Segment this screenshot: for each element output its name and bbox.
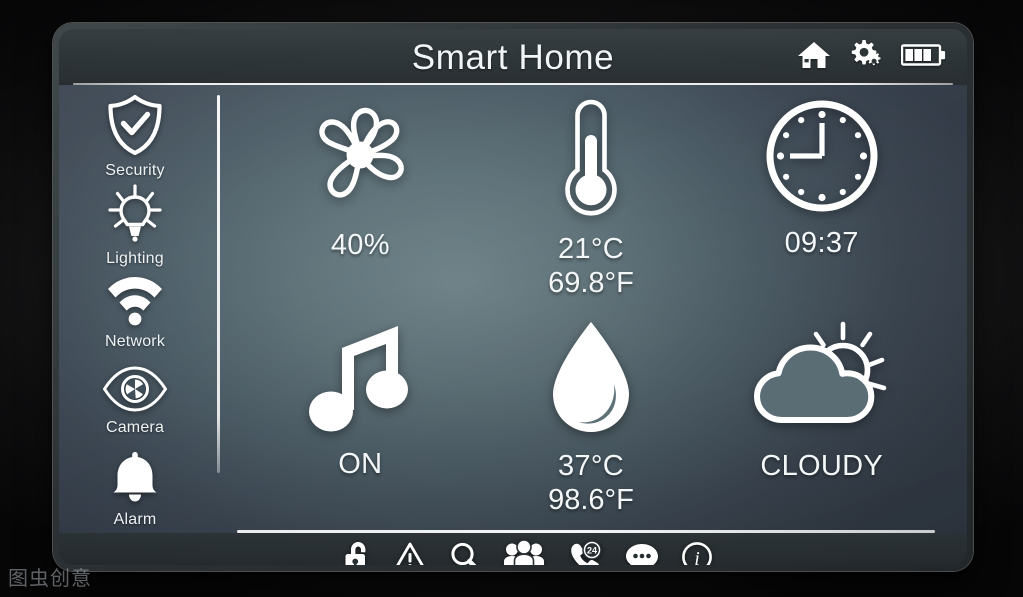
svg-text:i: i [694, 548, 700, 566]
water-temperature-tile[interactable]: 37°C 98.6°F [476, 310, 707, 517]
wifi-icon [104, 275, 166, 332]
tile-value: 37°C [557, 449, 624, 482]
phone-24h-icon[interactable]: 24 [567, 539, 603, 565]
header-icon-group [797, 39, 947, 76]
sidebar-item-label: Network [104, 333, 166, 351]
battery-icon[interactable] [900, 43, 947, 72]
settings-gears-icon[interactable] [849, 39, 883, 76]
tile-value: 09:37 [784, 227, 859, 259]
tile-value-secondary: 98.6°F [548, 483, 634, 516]
sidebar-item-label: Camera [105, 419, 165, 437]
tile-grid: 40% 21°C 69.8°F 09:37 ON 37°C 98.6°F CLO… [245, 89, 937, 530]
shield-check-icon [105, 94, 165, 161]
sidebar-item-label: Security [105, 162, 165, 180]
warning-triangle-icon[interactable] [393, 541, 427, 565]
fan-speed-tile[interactable]: 40% [245, 89, 476, 262]
sidebar-item-label: Alarm [113, 511, 157, 529]
sidebar-item-camera[interactable]: Camera [79, 357, 191, 445]
chat-bubble-icon[interactable] [625, 542, 659, 565]
tile-value-secondary: 69.8°F [548, 267, 634, 300]
tile-value: 40% [330, 229, 390, 261]
content-area: Security Lighting Network Camera Alarm 4… [59, 85, 967, 533]
temperature-tile[interactable]: 21°C 69.8°F [476, 89, 707, 300]
home-icon[interactable] [797, 40, 831, 75]
sidebar-item-security[interactable]: Security [79, 93, 191, 181]
screen: Smart Home Security Lighting Network Cam… [59, 29, 967, 565]
bottom-toolbar: 24 i [59, 533, 967, 565]
info-circle-icon[interactable]: i [681, 541, 713, 566]
header-bar: Smart Home [59, 29, 967, 85]
sun-cloud-icon [748, 318, 896, 441]
bell-icon [107, 449, 163, 510]
music-note-icon [308, 318, 412, 441]
fan-flower-icon [294, 97, 426, 222]
tile-value: CLOUDY [760, 449, 883, 482]
clock-tile[interactable]: 09:37 [706, 89, 937, 260]
main-bottom-divider [237, 530, 935, 533]
dashboard-main: 40% 21°C 69.8°F 09:37 ON 37°C 98.6°F CLO… [211, 85, 967, 533]
clock-icon [763, 97, 881, 220]
watermark: 图虫创意 [8, 566, 92, 590]
music-tile[interactable]: ON [245, 310, 476, 481]
padlock-icon[interactable] [343, 540, 371, 565]
water-drop-icon [545, 318, 637, 443]
svg-text:24: 24 [587, 545, 597, 555]
thermometer-icon [555, 97, 627, 226]
scene-background: Smart Home Security Lighting Network Cam… [0, 0, 1023, 597]
sidebar-divider [217, 95, 220, 473]
tile-value: 21°C [557, 233, 624, 265]
sidebar-item-label: Lighting [106, 250, 164, 268]
sidebar-item-alarm[interactable]: Alarm [79, 445, 191, 533]
magnifier-icon[interactable] [449, 541, 481, 565]
eye-camera-icon [102, 365, 168, 418]
lightbulb-icon [104, 182, 166, 249]
weather-tile[interactable]: CLOUDY [706, 310, 937, 483]
sidebar-item-network[interactable]: Network [79, 269, 191, 357]
sidebar: Security Lighting Network Camera Alarm [59, 85, 211, 533]
sidebar-item-lighting[interactable]: Lighting [79, 181, 191, 269]
users-group-icon[interactable] [503, 538, 545, 565]
tile-value: ON [338, 447, 383, 480]
smart-home-panel-device: Smart Home Security Lighting Network Cam… [53, 23, 973, 571]
